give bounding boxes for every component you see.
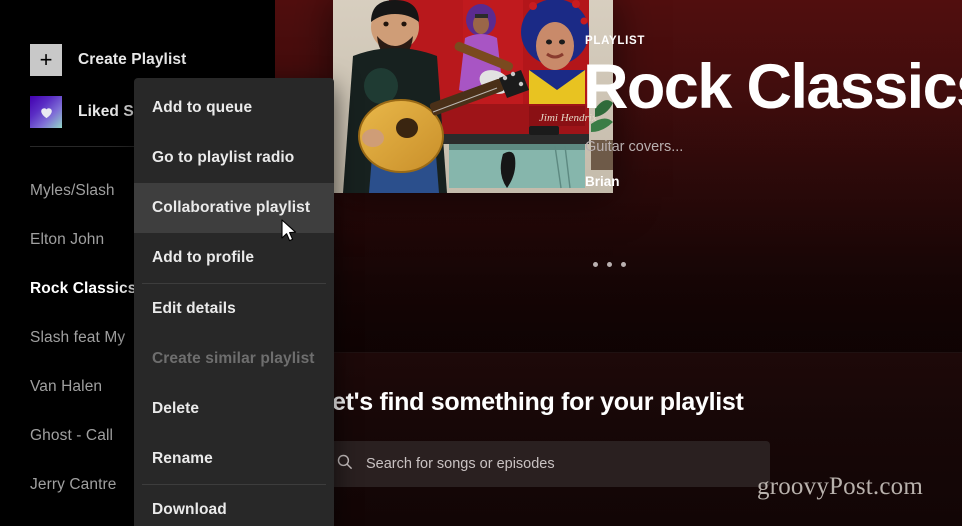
playlist-description: Guitar covers... xyxy=(585,139,684,155)
context-menu-item[interactable]: Download xyxy=(134,485,334,526)
dot xyxy=(593,262,598,267)
create-playlist-button[interactable]: + Create Playlist xyxy=(30,44,186,76)
find-something-heading: Let's find something for your playlist xyxy=(317,388,744,416)
create-playlist-label: Create Playlist xyxy=(78,51,187,68)
watermark: groovyPost.com xyxy=(757,473,923,500)
playlist-context-menu[interactable]: Add to queue Go to playlist radio Collabor… xyxy=(134,78,334,526)
more-options-icon[interactable] xyxy=(593,262,626,267)
context-menu-item[interactable]: Delete xyxy=(134,384,334,434)
heart-icon xyxy=(30,96,62,128)
search-input[interactable]: Search for songs or episodes xyxy=(320,441,770,487)
context-menu-item[interactable]: Go to playlist radio xyxy=(134,133,334,183)
dot xyxy=(621,262,626,267)
context-menu-item[interactable]: Rename xyxy=(134,434,334,484)
search-placeholder: Search for songs or episodes xyxy=(366,456,555,472)
page-title: Rock Classics xyxy=(583,52,962,122)
context-menu-item[interactable]: Collaborative playlist xyxy=(134,183,334,233)
playlist-type-label: PLAYLIST xyxy=(585,35,646,47)
playlist-cover-art[interactable]: Jimi Hendrix xyxy=(333,0,613,193)
playlist-main-pane: Jimi Hendrix PLAYLIST Rock Classics Guit… xyxy=(275,0,962,526)
app-window: Jimi Hendrix PLAYLIST Rock Classics Guit… xyxy=(0,0,962,526)
context-menu-item: Create similar playlist xyxy=(152,350,315,367)
playlist-owner[interactable]: Brian xyxy=(585,174,620,189)
plus-icon: + xyxy=(30,44,62,76)
dot xyxy=(607,262,612,267)
context-menu-item[interactable]: Add to queue xyxy=(134,83,334,133)
search-icon xyxy=(336,453,353,475)
context-menu-item[interactable]: Edit details xyxy=(134,284,334,334)
context-menu-item[interactable]: Add to profile xyxy=(134,233,334,283)
